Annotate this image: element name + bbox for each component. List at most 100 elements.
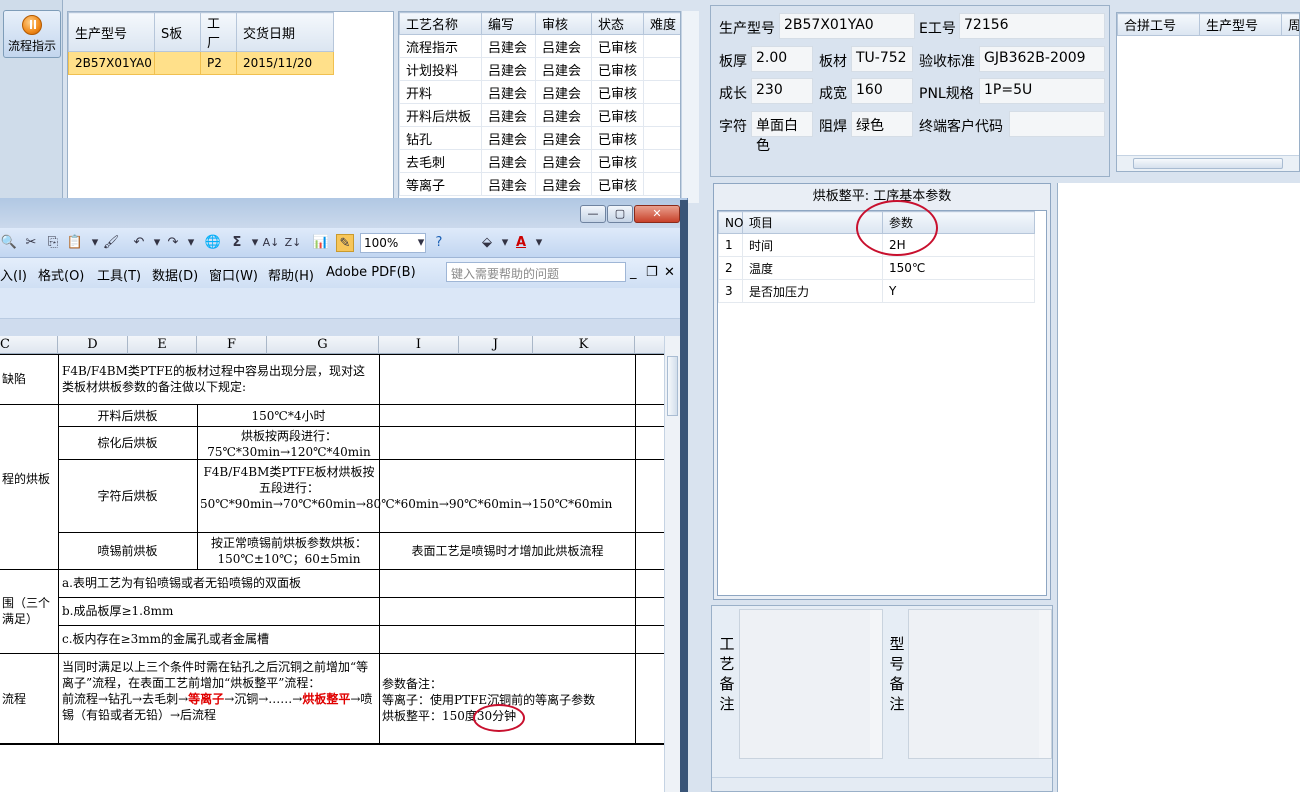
width-field[interactable]: 160 [851,78,913,104]
menu-format[interactable]: 格式(O) [38,265,84,284]
merge-horizontal-scrollbar[interactable] [1117,155,1299,171]
autosum-icon[interactable]: Σ [228,234,246,252]
format-painter-icon[interactable]: 🖌 [102,234,120,252]
col-header[interactable]: G [267,336,379,354]
soldermask-field[interactable]: 绿色 [851,111,913,137]
cell-status: 已审核 [591,103,644,127]
close-doc-icon[interactable]: ✕ [664,265,675,280]
spreadsheet[interactable]: 缺陷 F4B/F4BM类PTFE的板材过程中容易出现分层，现对这类板材烘板参数的… [0,354,664,792]
table-row[interactable]: 开料后烘板 吕建会 吕建会 已审核 [399,103,680,127]
cell-author: 吕建会 [481,103,536,127]
paste-icon[interactable]: 📋 [66,234,84,252]
col-status[interactable]: 状态 [591,12,644,35]
cell-no: 1 [718,233,743,257]
hyperlink-icon[interactable]: 🌐 [204,234,222,252]
redo-dropdown-icon[interactable]: ▾ [182,234,200,252]
col-header[interactable]: D [58,336,128,354]
standard-field[interactable]: GJB362B-2009 [979,46,1105,72]
table-row[interactable]: 去毛刺 吕建会 吕建会 已审核 [399,149,680,173]
scrollbar[interactable] [870,610,882,758]
scroll-thumb[interactable] [667,356,678,416]
length-field[interactable]: 230 [751,78,813,104]
close-button[interactable]: ✕ [634,205,680,223]
cell-note-title: 参数备注： [382,677,443,691]
preview-icon[interactable]: 🔍 [0,234,18,252]
col-header[interactable]: C [0,336,58,354]
col-model[interactable]: 生产型号 [68,12,155,52]
customer-code-field[interactable] [1009,111,1105,137]
col-no[interactable]: NO [718,211,743,234]
excel-title-bar[interactable]: — ▢ ✕ [0,198,687,228]
cell-reviewer: 吕建会 [535,80,592,104]
table-row[interactable]: 2B57X01YA0 P2 2015/11/20 [68,51,334,75]
minimize-button[interactable]: — [580,205,606,223]
table-row[interactable]: 等离子 吕建会 吕建会 已审核 [399,172,680,196]
col-factory[interactable]: 工厂 [200,12,237,52]
sort-ascending-icon[interactable]: A↓ [262,234,280,252]
help-search-input[interactable]: 键入需要帮助的问题 [446,262,626,282]
table-row[interactable]: 开料 吕建会 吕建会 已审核 [399,80,680,104]
silkscreen-field[interactable]: 单面白色 [751,111,813,154]
restore-doc-icon[interactable]: ❐ [646,265,658,280]
menu-help[interactable]: 帮助(H) [268,265,314,284]
col-header[interactable]: I [379,336,459,354]
model-field[interactable]: 2B57X01YA0 [779,13,915,39]
undo-icon[interactable]: ↶ [130,234,148,252]
cell-flow-text: 当同时满足以上三个条件时需在钻孔之后沉铜之前增加“等离子”流程，在表面工艺前增加… [62,659,378,723]
menu-insert[interactable]: 入(I) [0,265,27,284]
col-reviewer[interactable]: 审核 [535,12,592,35]
process-list-scrollbar[interactable] [681,11,699,203]
model-remark-field[interactable] [908,609,1052,759]
menu-tools[interactable]: 工具(T) [97,265,141,284]
col-merge-no[interactable]: 合拼工号 [1117,13,1200,36]
cell-param[interactable]: 150℃ [882,256,1035,280]
col-delivery-date[interactable]: 交货日期 [236,12,334,52]
cell-process: 钻孔 [399,126,482,150]
eno-field[interactable]: 72156 [959,13,1105,39]
col-period[interactable]: 周期 [1281,13,1299,36]
scroll-thumb[interactable] [1133,158,1283,169]
cell-process: 等离子 [399,172,482,196]
col-author[interactable]: 编写 [481,12,536,35]
fill-color-icon[interactable]: ⬙ [478,234,496,252]
minimize-doc-icon[interactable]: _ [630,265,637,280]
col-header[interactable]: E [128,336,197,354]
menu-adobe-pdf[interactable]: Adobe PDF(B) [326,265,416,280]
col-difficulty[interactable]: 难度 [643,12,680,35]
zoom-dropdown-icon[interactable]: ▾ [412,234,430,252]
table-row[interactable]: 流程指示 吕建会 吕建会 已审核 [399,34,680,58]
font-color-dropdown-icon[interactable]: ▾ [530,234,548,252]
col-process-name[interactable]: 工艺名称 [399,12,482,35]
material-field[interactable]: TU-752 [851,46,913,72]
pnl-field[interactable]: 1P=5U [979,78,1105,104]
table-row[interactable]: 钻孔 吕建会 吕建会 已审核 [399,126,680,150]
col-merge-model[interactable]: 生产型号 [1199,13,1282,36]
label-char: 备 [889,675,905,693]
col-header[interactable]: F [197,336,267,354]
col-header[interactable]: J [459,336,533,354]
menu-data[interactable]: 数据(D) [152,265,198,284]
remarks-horizontal-scrollbar[interactable] [712,777,1052,791]
cell-param[interactable]: Y [882,279,1035,303]
copy-icon[interactable]: ⎘ [44,234,62,252]
chart-icon[interactable]: 📊 [312,234,330,252]
sort-descending-icon[interactable]: Z↓ [284,234,302,252]
table-row[interactable]: 2 温度 150℃ [718,256,1035,280]
redo-icon[interactable]: ↷ [164,234,182,252]
flow-indicator-button[interactable]: 流程指示 [3,10,61,58]
maximize-button[interactable]: ▢ [607,205,633,223]
col-s-board[interactable]: S板 [154,12,201,52]
excel-vertical-scrollbar[interactable] [664,336,680,792]
scrollbar[interactable] [1039,610,1051,758]
thickness-field[interactable]: 2.00 [751,46,813,72]
cut-icon[interactable]: ✂ [22,234,40,252]
drawing-icon[interactable]: ✎ [336,234,354,252]
table-row[interactable]: 3 是否加压力 Y [718,279,1035,303]
table-row[interactable]: 计划投料 吕建会 吕建会 已审核 [399,57,680,81]
col-header[interactable]: K [533,336,635,354]
font-color-icon[interactable]: A [512,234,530,252]
cell-status: 已审核 [591,126,644,150]
help-icon[interactable]: ? [430,234,448,252]
process-remark-field[interactable] [739,609,883,759]
menu-window[interactable]: 窗口(W) [209,265,258,284]
